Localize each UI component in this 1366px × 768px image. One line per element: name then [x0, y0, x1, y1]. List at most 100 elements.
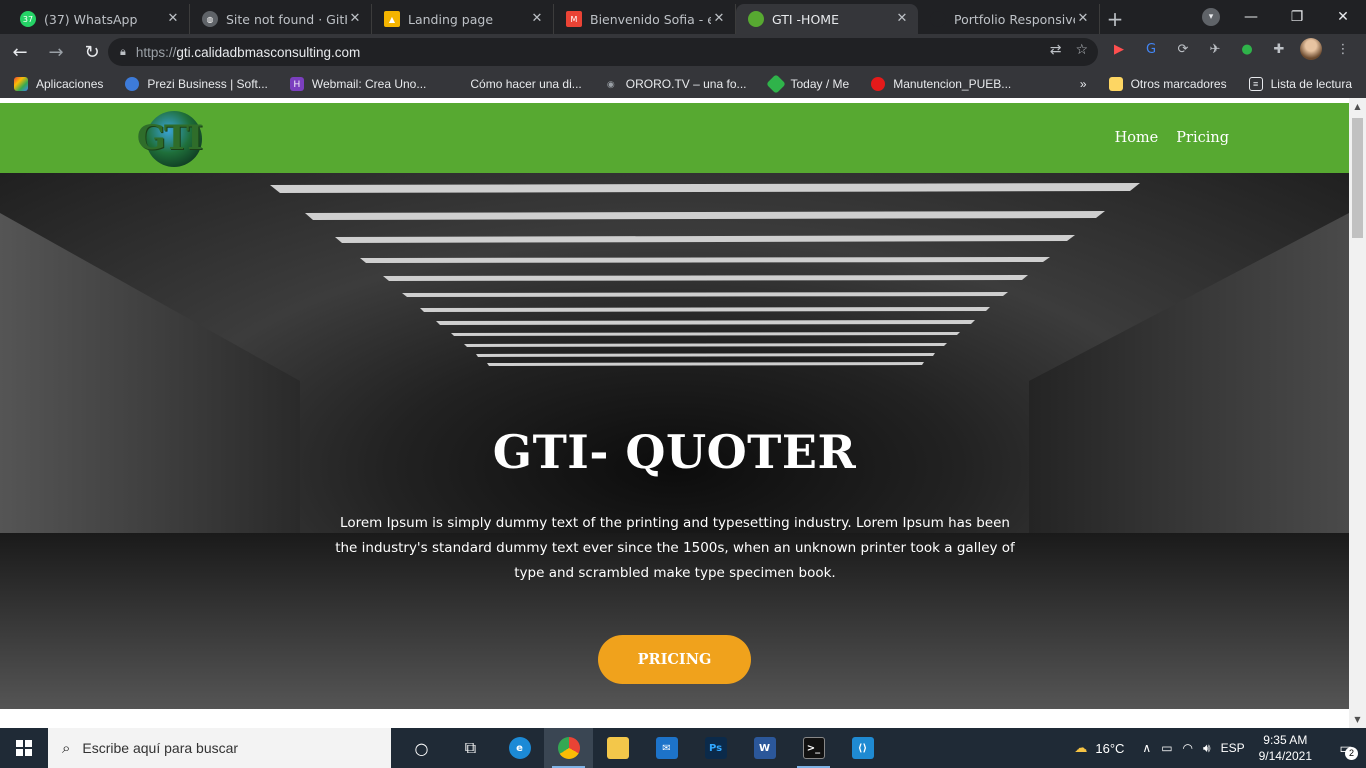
chevron-up-icon[interactable]: ∧	[1142, 741, 1151, 756]
language-indicator[interactable]: ESP	[1221, 741, 1245, 756]
address-bar[interactable]: 🔒︎ https://gti.calidadbmasconsulting.com…	[108, 38, 1098, 66]
bookmark-star-icon[interactable]: ☆	[1075, 42, 1088, 58]
tray-icons: ∧ ▭ ◠ 🔊︎ ESP	[1142, 741, 1244, 756]
photoshop-icon[interactable]: Ps	[691, 728, 740, 768]
gti-favicon-icon	[748, 11, 764, 27]
browser-tab-strip: 37 (37) WhatsApp ✕ ◍ Site not found · Gi…	[0, 0, 1366, 34]
taskbar-apps: ○ ⧉ e ✉ Ps W >_ ⟨⟩	[397, 728, 887, 768]
battery-icon[interactable]: ▭	[1161, 741, 1172, 756]
bookmark-como-hacer[interactable]: Cómo hacer una di...	[448, 77, 581, 91]
tab-search-icon[interactable]: ▾	[1202, 8, 1220, 26]
prezi-icon	[125, 77, 140, 91]
close-icon[interactable]: ✕	[894, 11, 910, 27]
clock-date: 9/14/2021	[1258, 749, 1312, 763]
close-icon[interactable]: ✕	[529, 11, 545, 27]
site-navbar: GTI Home Pricing	[0, 103, 1349, 173]
volume-icon[interactable]: 🔊︎	[1203, 741, 1211, 756]
temperature: 16°C	[1095, 740, 1125, 756]
task-view-icon[interactable]: ⧉	[446, 728, 495, 768]
bookmarks-bar: Aplicaciones Prezi Business | Soft... HW…	[0, 70, 1366, 98]
close-icon[interactable]: ✕	[711, 11, 727, 27]
profile-avatar[interactable]	[1300, 38, 1322, 60]
windows-taskbar: ⌕ Escribe aquí para buscar ○ ⧉ e ✉ Ps W …	[0, 728, 1366, 768]
vscode-icon[interactable]: ⟨⟩	[838, 728, 887, 768]
blank-bookmark-icon	[448, 77, 462, 91]
terminal-icon[interactable]: >_	[789, 728, 838, 768]
today-icon	[765, 74, 786, 94]
weather-widget[interactable]: ☁ 16°C	[1074, 740, 1124, 756]
extension-plane-icon[interactable]: ✈	[1204, 38, 1226, 60]
wifi-icon[interactable]: ◠	[1183, 741, 1193, 756]
puzzle-icon[interactable]: ✚	[1268, 38, 1290, 60]
google-translate-icon[interactable]: G	[1140, 38, 1162, 60]
nav-pricing-link[interactable]: Pricing	[1176, 130, 1229, 146]
close-icon[interactable]: ✕	[347, 11, 363, 27]
file-explorer-icon[interactable]	[593, 728, 642, 768]
logo-text: GTI	[136, 118, 203, 158]
menu-dots-icon[interactable]: ⋮	[1332, 38, 1354, 60]
ororo-icon: ◉	[606, 78, 615, 89]
browser-toolbar: ← → ↻ 🔒︎ https://gti.calidadbmasconsulti…	[0, 34, 1366, 70]
translate-icon[interactable]: ⇄	[1050, 42, 1062, 58]
scrollbar-thumb[interactable]	[1352, 118, 1363, 238]
notification-center-icon[interactable]: ▭ 2	[1326, 728, 1366, 768]
scroll-up-icon[interactable]: ▲	[1349, 98, 1366, 115]
bookmark-prezi[interactable]: Prezi Business | Soft...	[125, 77, 268, 91]
edge-icon[interactable]: e	[495, 728, 544, 768]
bookmark-ororo[interactable]: ◉ ORORO.TV – una fo...	[604, 77, 747, 91]
extension-video-icon[interactable]: ▶	[1108, 38, 1130, 60]
weather-cloud-sun-icon: ☁	[1074, 740, 1088, 755]
reload-icon[interactable]: ↻	[76, 36, 108, 68]
system-tray: ☁ 16°C ∧ ▭ ◠ 🔊︎ ESP 9:35 AM 9/14/2021 ▭ 2	[1074, 728, 1366, 768]
extension-sync-icon[interactable]: ⟳	[1172, 38, 1194, 60]
hero-title: GTI- QUOTER	[492, 425, 857, 479]
search-icon: ⌕	[62, 739, 71, 757]
bookmark-manutencion[interactable]: Manutencion_PUEB...	[871, 77, 1011, 91]
scroll-down-icon[interactable]: ▼	[1349, 711, 1366, 728]
gmail-icon: M	[566, 11, 582, 27]
taskbar-search-box[interactable]: ⌕ Escribe aquí para buscar	[48, 728, 391, 768]
tab-gti-home[interactable]: GTI -HOME ✕	[736, 4, 918, 34]
reading-list-icon: ≡	[1248, 77, 1263, 91]
word-icon[interactable]: W	[740, 728, 789, 768]
folder-icon	[1108, 77, 1123, 91]
gti-logo[interactable]: GTI	[120, 110, 218, 168]
tab-whatsapp[interactable]: 37 (37) WhatsApp ✕	[8, 4, 190, 34]
tab-landing-page[interactable]: ▲ Landing page ✕	[372, 4, 554, 34]
extension-green-icon[interactable]: ●	[1236, 38, 1258, 60]
notification-count: 2	[1345, 747, 1358, 760]
url-text: https://gti.calidadbmasconsulting.com	[135, 44, 361, 60]
bookmark-apps[interactable]: Aplicaciones	[14, 77, 103, 91]
lock-icon[interactable]: 🔒︎	[120, 45, 126, 59]
bookmark-webmail[interactable]: H Webmail: Crea Uno...	[289, 77, 426, 91]
tab-github[interactable]: ◍ Site not found · GitHub ✕	[190, 4, 372, 34]
taskbar-clock[interactable]: 9:35 AM 9/14/2021	[1259, 732, 1312, 764]
close-icon[interactable]: ✕	[165, 11, 181, 27]
window-controls: — ❐ ✕	[1228, 0, 1366, 34]
start-button[interactable]	[0, 728, 48, 768]
bookmark-other-folder[interactable]: Otros marcadores	[1108, 77, 1227, 91]
globe-icon: ◍	[202, 11, 218, 27]
chrome-icon[interactable]	[544, 728, 593, 768]
tab-gmail[interactable]: M Bienvenido Sofia - extr ✕	[554, 4, 736, 34]
page-scrollbar[interactable]: ▲ ▼	[1349, 98, 1366, 728]
windows-logo-icon	[16, 740, 32, 756]
back-icon[interactable]: ←	[4, 36, 36, 68]
bookmark-today-me[interactable]: Today / Me	[765, 74, 849, 94]
close-icon[interactable]: ✕	[1075, 11, 1091, 27]
bookmarks-overflow-icon[interactable]: »	[1080, 77, 1087, 91]
new-tab-button[interactable]: +	[1100, 4, 1130, 34]
forward-icon[interactable]: →	[40, 36, 72, 68]
hero-description: Lorem Ipsum is simply dummy text of the …	[335, 515, 1015, 581]
reading-list[interactable]: ≡ Lista de lectura	[1248, 77, 1352, 91]
restore-icon[interactable]: ❐	[1274, 9, 1320, 25]
pricing-button[interactable]: PRICING	[598, 635, 751, 684]
nav-home-link[interactable]: Home	[1115, 130, 1159, 146]
search-placeholder: Escribe aquí para buscar	[82, 740, 239, 756]
cortana-icon[interactable]: ○	[397, 728, 446, 768]
minimize-icon[interactable]: —	[1228, 9, 1274, 25]
mail-icon[interactable]: ✉	[642, 728, 691, 768]
tab-portfolio[interactable]: Portfolio Responsive H ✕	[918, 4, 1100, 34]
close-window-icon[interactable]: ✕	[1320, 9, 1366, 25]
hero-section: GTI- QUOTER Lorem Ipsum is simply dummy …	[0, 173, 1349, 709]
